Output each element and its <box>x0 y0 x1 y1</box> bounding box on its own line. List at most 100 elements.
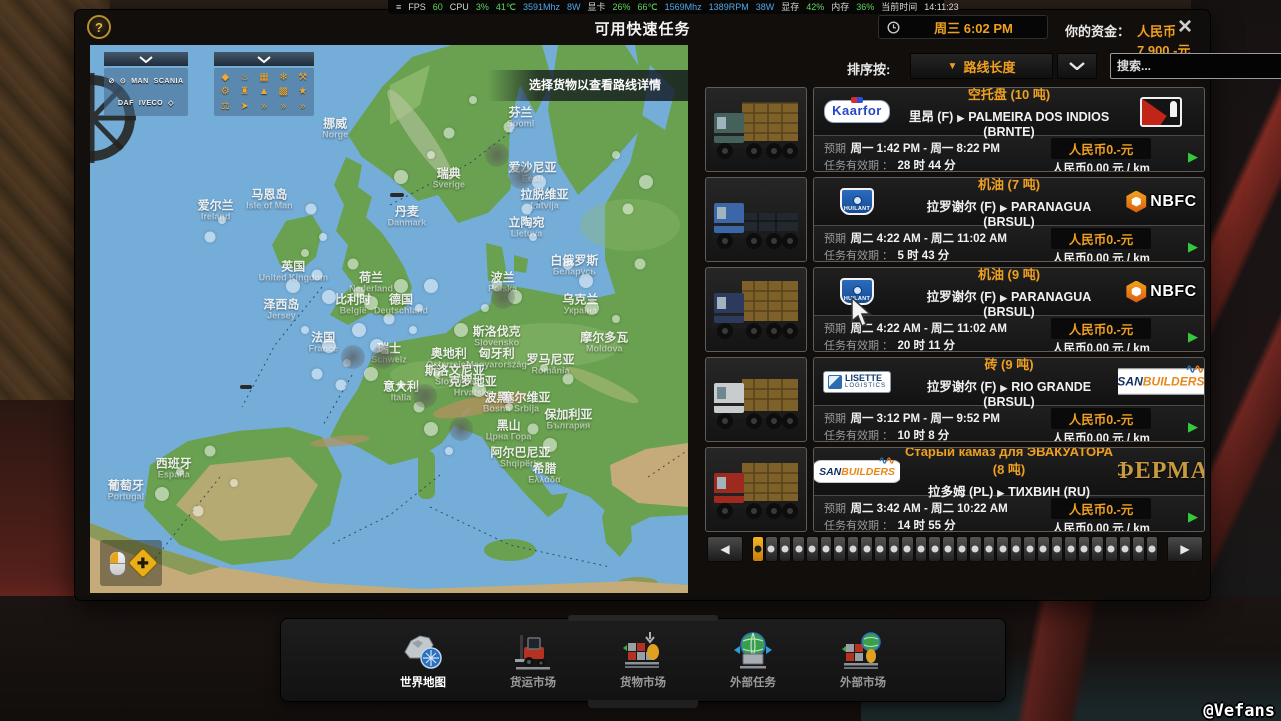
city-dot[interactable] <box>521 203 533 215</box>
company-poi-icon[interactable]: » <box>300 101 306 112</box>
truck-brand-icon[interactable]: ⊙ <box>120 77 126 85</box>
sort-dropdown-expand[interactable] <box>1057 53 1097 79</box>
city-dot[interactable] <box>453 322 468 337</box>
city-dot[interactable] <box>540 364 549 373</box>
page-dot[interactable] <box>751 536 765 562</box>
world-map[interactable]: 爱尔兰 Ireland 马恩岛 Isle of Man 英国 United Kingdom… <box>90 45 688 593</box>
company-poi-icon[interactable]: ♜ <box>240 86 249 97</box>
city-dot[interactable] <box>562 258 574 270</box>
city-dot[interactable] <box>322 339 337 354</box>
city-dot[interactable] <box>322 290 337 305</box>
city-dot[interactable] <box>301 249 310 258</box>
city-dot[interactable] <box>364 295 379 310</box>
page-dot[interactable] <box>1009 536 1023 562</box>
company-poi-icon[interactable]: ♨ <box>240 72 249 83</box>
city-cluster[interactable] <box>508 164 533 189</box>
job-card-body[interactable]: ∿∿ SANBUILDERS Старый камаз для ЭВАКУАТОР… <box>813 447 1205 532</box>
city-dot[interactable] <box>393 279 408 294</box>
city-dot[interactable] <box>503 121 515 133</box>
accept-job-arrow[interactable]: ▶ <box>1176 419 1198 435</box>
city-dot[interactable] <box>286 279 301 294</box>
company-poi-icon[interactable]: ★ <box>298 86 307 97</box>
page-dot[interactable] <box>1132 536 1145 562</box>
page-dot[interactable] <box>1145 536 1159 562</box>
city-dot[interactable] <box>408 325 417 334</box>
page-dot[interactable] <box>982 536 996 562</box>
city-dot[interactable] <box>612 150 621 159</box>
city-dot[interactable] <box>311 368 323 380</box>
search-input[interactable] <box>1111 59 1281 73</box>
city-dot[interactable] <box>319 232 328 241</box>
page-dot[interactable] <box>1091 536 1105 562</box>
city-dot[interactable] <box>579 273 594 288</box>
page-dot[interactable] <box>955 536 969 562</box>
city-dot[interactable] <box>504 402 513 411</box>
close-button[interactable]: × <box>1172 15 1198 41</box>
page-dot[interactable] <box>1105 536 1118 562</box>
city-dot[interactable] <box>562 373 574 385</box>
prev-page-button[interactable]: ◀ <box>707 536 743 562</box>
page-dot[interactable] <box>1118 536 1132 562</box>
company-poi-icon[interactable]: ❄ <box>279 72 287 83</box>
city-dot[interactable] <box>639 175 654 189</box>
city-dot[interactable] <box>585 301 600 316</box>
city-dot[interactable] <box>347 258 359 270</box>
page-dot[interactable] <box>819 536 833 562</box>
city-cluster[interactable] <box>448 416 473 441</box>
page-dot[interactable] <box>778 536 792 562</box>
city-dot[interactable] <box>444 446 453 455</box>
accept-job-arrow[interactable]: ▶ <box>1176 239 1198 255</box>
page-dot[interactable] <box>969 536 982 562</box>
city-dot[interactable] <box>393 169 408 184</box>
next-page-button[interactable]: ▶ <box>1167 536 1203 562</box>
city-dot[interactable] <box>423 279 438 294</box>
company-filter-collapse[interactable] <box>214 52 314 66</box>
job-card-body[interactable]: Kaarfor 空托盘 (10 吨) 里昂 (F) ▶ PALMEIRA DOS I… <box>813 87 1205 172</box>
company-poi-icon[interactable]: ▩ <box>279 86 288 97</box>
city-cluster[interactable] <box>412 383 437 408</box>
company-poi-icon[interactable]: ➤ <box>240 101 248 112</box>
city-dot[interactable] <box>192 505 204 517</box>
brand-filter-collapse[interactable] <box>104 52 188 66</box>
nav-external-contracts[interactable]: 外部任务 <box>711 630 795 690</box>
city-dot[interactable] <box>423 421 438 436</box>
page-dot[interactable] <box>860 536 873 562</box>
city-dot[interactable] <box>471 383 486 398</box>
nav-cargo-market[interactable]: 货物市场 <box>601 630 685 690</box>
city-cluster[interactable] <box>371 345 396 370</box>
truck-brand-icon[interactable]: IVECO <box>139 100 163 107</box>
city-dot[interactable] <box>383 313 395 325</box>
city-dot[interactable] <box>305 203 317 215</box>
city-dot[interactable] <box>531 175 546 189</box>
city-dot[interactable] <box>335 379 347 391</box>
truck-brand-icon[interactable]: DAF <box>118 100 134 107</box>
nav-freight-market[interactable]: 货运市场 <box>491 630 575 690</box>
city-cluster[interactable] <box>484 142 509 167</box>
nav-world-map[interactable]: 世界地图 <box>381 630 465 690</box>
company-poi-icon[interactable]: ⚖ <box>221 101 230 112</box>
company-poi-icon[interactable]: » <box>261 101 267 112</box>
city-dot[interactable] <box>311 269 323 281</box>
city-cluster[interactable] <box>341 345 366 370</box>
page-dot[interactable] <box>887 536 901 562</box>
city-dot[interactable] <box>154 487 169 502</box>
company-poi-icon[interactable]: ◆ <box>221 72 229 83</box>
truck-brand-icon[interactable]: MAN <box>131 78 148 85</box>
accept-job-arrow[interactable]: ▶ <box>1176 509 1198 525</box>
page-dot[interactable] <box>833 536 846 562</box>
city-dot[interactable] <box>353 286 365 298</box>
city-dot[interactable] <box>634 258 646 270</box>
page-dot[interactable] <box>1064 536 1077 562</box>
page-dot[interactable] <box>901 536 914 562</box>
sort-dropdown[interactable]: ▼ 路线长度 <box>910 53 1053 79</box>
company-poi-icon[interactable]: ⚙ <box>221 86 230 97</box>
page-dot[interactable] <box>846 536 860 562</box>
page-dot[interactable] <box>792 536 805 562</box>
city-dot[interactable] <box>528 232 537 241</box>
city-cluster[interactable] <box>490 285 515 310</box>
city-dot[interactable] <box>364 366 379 381</box>
page-dot[interactable] <box>765 536 778 562</box>
city-dot[interactable] <box>468 95 477 104</box>
city-dot[interactable] <box>352 322 367 337</box>
accept-job-arrow[interactable]: ▶ <box>1176 329 1198 345</box>
